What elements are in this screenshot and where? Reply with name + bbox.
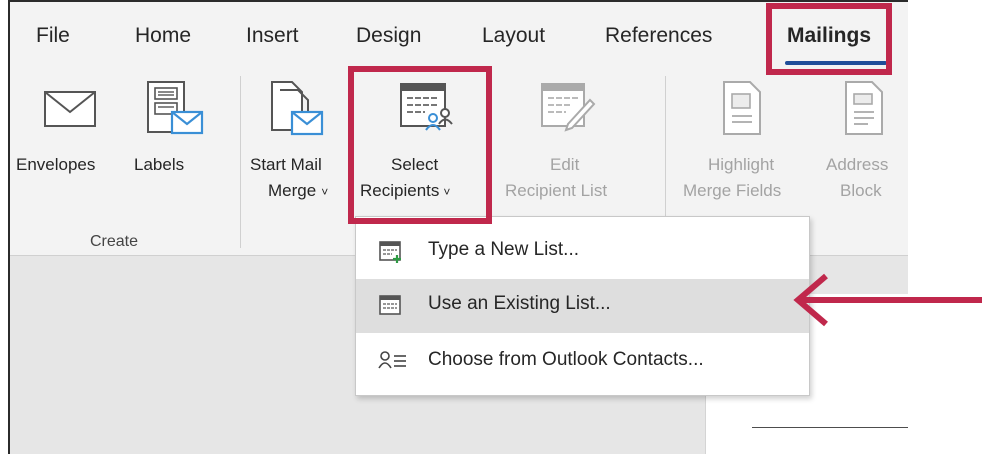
highlight-merge-fields-label-line1: Highlight (708, 155, 775, 174)
envelope-icon (44, 91, 96, 127)
address-block-icon (845, 81, 883, 135)
tab-insert[interactable]: Insert (246, 24, 299, 48)
contacts-icon (378, 351, 406, 369)
select-recipients-highlight (348, 66, 492, 224)
start-mail-merge-label-line2: Merge (268, 181, 317, 200)
labels-label: Labels (134, 155, 185, 174)
menu-item-label: Type a New List... (428, 239, 580, 260)
menu-item-label: Use an Existing List... (428, 293, 611, 314)
document-text-line (752, 427, 908, 428)
tab-home[interactable]: Home (135, 24, 191, 48)
edit-list-icon (541, 83, 596, 132)
menu-item-type-new-list[interactable]: Type a New List... (356, 225, 809, 279)
group-separator (665, 76, 666, 226)
menu-item-label: Choose from Outlook Contacts... (428, 349, 704, 370)
envelopes-label: Envelopes (16, 155, 96, 174)
tab-design[interactable]: Design (356, 24, 421, 48)
group-separator (240, 76, 241, 248)
chevron-down-icon: ˅ (321, 185, 329, 199)
highlight-merge-fields-label-line2: Merge Fields (683, 181, 782, 200)
existing-list-icon (379, 295, 401, 315)
address-block-label-line2: Block (840, 181, 882, 200)
start-mail-merge-icon (271, 81, 324, 136)
start-mail-merge-label-line1: Start Mail (250, 155, 322, 174)
tab-references[interactable]: References (605, 24, 712, 48)
menu-item-outlook-contacts[interactable]: Choose from Outlook Contacts... (356, 335, 809, 389)
labels-icon (147, 81, 204, 135)
new-list-icon (379, 241, 401, 263)
edit-recipient-list-label-line2: Recipient List (505, 181, 608, 200)
address-block-label-line1: Address (826, 155, 889, 174)
left-arrow-annotation (793, 273, 982, 327)
create-group-label: Create (90, 233, 139, 250)
mailings-tab-highlight (766, 3, 892, 75)
tab-file[interactable]: File (36, 24, 70, 48)
edit-recipient-list-label-line1: Edit (550, 155, 580, 174)
highlight-fields-icon (723, 81, 761, 135)
select-recipients-menu: Type a New List... Use an Existing List.… (355, 216, 810, 396)
menu-item-use-existing-list[interactable]: Use an Existing List... (356, 279, 809, 333)
tab-layout[interactable]: Layout (482, 24, 545, 48)
